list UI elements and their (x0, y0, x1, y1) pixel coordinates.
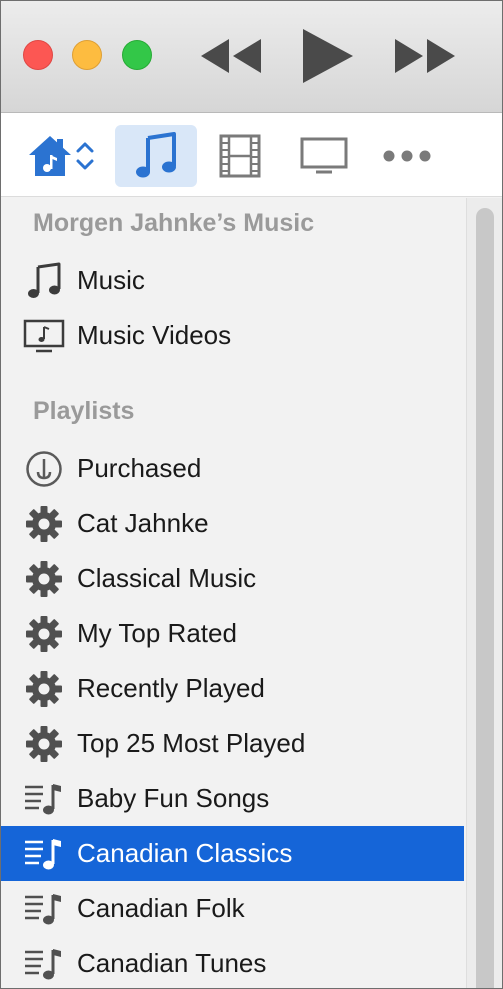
playlist-label: My Top Rated (77, 618, 237, 648)
playlist-item[interactable]: Top 25 Most Played (1, 716, 464, 771)
more-button[interactable] (377, 125, 437, 187)
playlist-item[interactable]: My Top Rated (1, 606, 464, 661)
smart-playlist-gear-icon (23, 559, 65, 599)
playlist-label: Classical Music (77, 563, 257, 593)
playlist-item[interactable]: Recently Played (1, 661, 464, 716)
music-video-icon (23, 316, 65, 356)
playlist-label: Baby Fun Songs (77, 783, 270, 813)
playlist-label: Cat Jahnke (77, 508, 209, 538)
playlist-icon (23, 944, 65, 984)
playlist-item[interactable]: Classical Music (1, 551, 464, 606)
playlists-section-header: Playlists (33, 397, 135, 425)
sidebar: Morgen Jahnke’s Music Music Music Videos… (1, 198, 466, 988)
library-section-header: Morgen Jahnke’s Music (33, 209, 315, 237)
title-bar (1, 1, 502, 113)
playlist-item[interactable]: Purchased (1, 441, 464, 496)
playlist-item[interactable]: Cat Jahnke (1, 496, 464, 551)
more-icon (383, 150, 431, 162)
film-strip-icon (219, 134, 261, 178)
playlist-icon (23, 779, 65, 819)
playlist-item[interactable]: Canadian Tunes (1, 936, 464, 988)
media-toolbar (1, 113, 502, 197)
sidebar-scrollbar[interactable] (466, 198, 502, 988)
tv-shows-tab[interactable] (293, 125, 355, 187)
zoom-window-button[interactable] (122, 40, 152, 70)
smart-playlist-gear-icon (23, 724, 65, 764)
playlist-item[interactable]: Canadian Folk (1, 881, 464, 936)
playlist-label: Top 25 Most Played (77, 728, 306, 758)
tv-icon (300, 137, 348, 174)
music-note-icon (23, 261, 65, 301)
playlist-icon (23, 889, 65, 929)
sidebar-item-label: Music (77, 265, 145, 295)
sidebar-item-label: Music Videos (77, 320, 232, 350)
fast-forward-icon (395, 39, 455, 73)
scrollbar-thumb[interactable] (476, 208, 494, 988)
playlist-item-selected[interactable]: Canadian Classics (1, 826, 464, 881)
music-tab[interactable] (115, 125, 197, 187)
rewind-icon (201, 39, 261, 73)
next-track-button[interactable] (393, 25, 457, 87)
music-note-icon (136, 132, 176, 178)
smart-playlist-gear-icon (23, 504, 65, 544)
minimize-window-button[interactable] (72, 40, 102, 70)
previous-track-button[interactable] (199, 25, 263, 87)
movies-tab[interactable] (213, 125, 267, 187)
sidebar-item-music[interactable]: Music (1, 253, 464, 308)
playlist-icon (23, 834, 65, 874)
playlist-label: Recently Played (77, 673, 265, 703)
playlist-item[interactable]: Baby Fun Songs (1, 771, 464, 826)
smart-playlist-gear-icon (23, 669, 65, 709)
home-icon (29, 136, 71, 176)
sidebar-item-music-videos[interactable]: Music Videos (1, 308, 464, 363)
play-icon (303, 29, 353, 83)
playlist-label: Canadian Folk (77, 893, 245, 923)
purchased-icon (23, 449, 65, 489)
itunes-window: Morgen Jahnke’s Music Music Music Videos… (0, 0, 503, 989)
playlist-label: Canadian Tunes (77, 948, 267, 978)
chevron-up-down-icon (76, 142, 94, 170)
playlist-label: Purchased (77, 453, 202, 483)
close-window-button[interactable] (23, 40, 53, 70)
playlist-label: Canadian Classics (77, 838, 293, 868)
smart-playlist-gear-icon (23, 614, 65, 654)
play-button[interactable] (297, 25, 357, 87)
library-picker-button[interactable] (19, 125, 103, 187)
